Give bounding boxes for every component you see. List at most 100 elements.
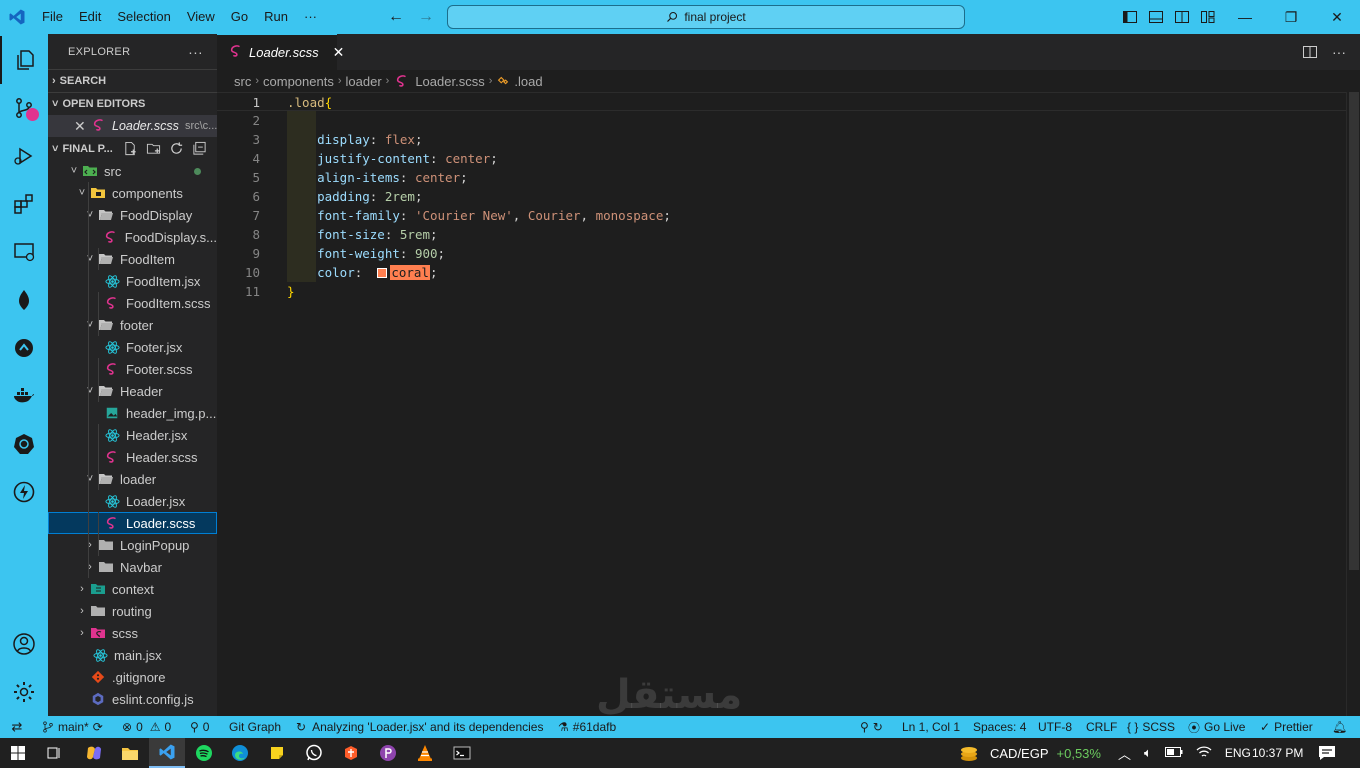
docker-icon[interactable]: [0, 372, 48, 420]
kubernetes-icon[interactable]: [0, 420, 48, 468]
explorer-more-icon[interactable]: ···: [188, 44, 203, 60]
prettier-button[interactable]: ✓ Prettier: [1260, 716, 1313, 738]
code-line[interactable]: 2: [217, 111, 1346, 130]
spotify-icon[interactable]: [186, 738, 222, 768]
code-line[interactable]: 11}: [217, 282, 1346, 301]
toggle-secondary-sidebar-icon[interactable]: [1174, 9, 1190, 25]
tree-folder[interactable]: ˅ Header: [48, 380, 217, 402]
tree-folder[interactable]: ˅ FoodDisplay: [48, 204, 217, 226]
collapse-all-icon[interactable]: [192, 141, 207, 156]
live-share-indicator[interactable]: ⚲ ↻: [860, 716, 883, 738]
wifi-icon[interactable]: [1196, 745, 1212, 762]
code-line[interactable]: 9 font-weight: 900;: [217, 244, 1346, 263]
app-runner-icon[interactable]: [333, 738, 369, 768]
cursor-position[interactable]: Ln 1, Col 1: [902, 716, 960, 738]
tree-folder[interactable]: › context: [48, 578, 217, 600]
code-line[interactable]: 8 font-size: 5rem;: [217, 225, 1346, 244]
battery-icon[interactable]: [1164, 746, 1183, 761]
whatsapp-icon[interactable]: [296, 738, 332, 768]
close-editor-icon[interactable]: ✕: [74, 118, 86, 135]
minimize-icon[interactable]: —: [1222, 0, 1268, 34]
tree-file[interactable]: main.jsx: [48, 644, 217, 666]
indentation[interactable]: Spaces: 4: [973, 716, 1026, 738]
tree-folder[interactable]: › scss: [48, 622, 217, 644]
tree-file[interactable]: header_img.p...: [48, 402, 217, 424]
code-line[interactable]: 6 padding: 2rem;: [217, 187, 1346, 206]
input-language[interactable]: ENG: [1225, 746, 1251, 760]
tree-folder[interactable]: ˅ FoodItem: [48, 248, 217, 270]
go-live-button[interactable]: ⦿ Go Live: [1188, 716, 1245, 738]
code-line[interactable]: 4 justify-content: center;: [217, 149, 1346, 168]
tree-file[interactable]: Footer.scss: [48, 358, 217, 380]
breadcrumb-src[interactable]: src: [234, 74, 251, 89]
code-line[interactable]: 7 font-family: 'Courier New', Courier, m…: [217, 206, 1346, 225]
tree-file[interactable]: Loader.jsx: [48, 490, 217, 512]
clock[interactable]: 10:37 PM: [1252, 738, 1303, 768]
explorer-icon[interactable]: [0, 36, 48, 84]
search-section[interactable]: › SEARCH: [48, 69, 217, 92]
toggle-panel-icon[interactable]: [1148, 9, 1164, 25]
tree-folder[interactable]: › routing: [48, 600, 217, 622]
toggle-primary-sidebar-icon[interactable]: [1122, 9, 1138, 25]
new-file-icon[interactable]: [123, 141, 138, 156]
breadcrumb-loader[interactable]: loader: [346, 74, 382, 89]
vlc-icon[interactable]: [407, 738, 443, 768]
open-editor-item[interactable]: ✕ Loader.scss src\c...: [48, 115, 217, 137]
tree-file[interactable]: Header.scss: [48, 446, 217, 468]
tab-loader-scss[interactable]: Loader.scss ✕: [217, 34, 344, 70]
tree-folder[interactable]: ˅ footer: [48, 314, 217, 336]
open-editors-section[interactable]: ˅ OPEN EDITORS: [48, 92, 217, 115]
commit-indicator[interactable]: ⚗ #61dafb: [558, 716, 616, 738]
breadcrumb-file[interactable]: Loader.scss: [415, 74, 484, 89]
copilot-icon[interactable]: [76, 738, 112, 768]
volume-icon[interactable]: 🔈︎: [1144, 745, 1152, 761]
thunder-client-icon[interactable]: [0, 468, 48, 516]
tree-folder[interactable]: › Navbar: [48, 556, 217, 578]
menu-more[interactable]: ···: [296, 0, 325, 34]
editor-more-icon[interactable]: ···: [1332, 44, 1346, 60]
branch-indicator[interactable]: main* ⟳: [42, 716, 103, 738]
tree-file[interactable]: .gitignore: [48, 666, 217, 688]
new-folder-icon[interactable]: [146, 141, 161, 156]
menu-file[interactable]: File: [34, 0, 71, 34]
problems-indicator[interactable]: ⊗ 0 ⚠ 0: [122, 716, 171, 738]
tree-file[interactable]: Footer.jsx: [48, 336, 217, 358]
close-window-icon[interactable]: ✕: [1314, 0, 1360, 34]
purple-app-icon[interactable]: [370, 738, 406, 768]
source-control-icon[interactable]: [0, 84, 48, 132]
encoding[interactable]: UTF-8: [1038, 716, 1072, 738]
breadcrumb-components[interactable]: components: [263, 74, 334, 89]
scrollbar-thumb[interactable]: [1349, 92, 1359, 570]
language-mode[interactable]: { } SCSS: [1127, 716, 1175, 738]
git-graph-button[interactable]: Git Graph: [229, 716, 281, 738]
tree-file[interactable]: FoodDisplay.s...: [48, 226, 217, 248]
editor-scrollbar[interactable]: [1346, 92, 1360, 716]
accounts-icon[interactable]: [0, 620, 48, 668]
remote-explorer-icon[interactable]: [0, 228, 48, 276]
remote-indicator[interactable]: ⇄: [0, 716, 34, 738]
task-view-icon[interactable]: [36, 738, 72, 768]
menu-go[interactable]: Go: [223, 0, 256, 34]
menu-edit[interactable]: Edit: [71, 0, 109, 34]
chevron-up-icon[interactable]: ︿: [1118, 744, 1131, 763]
code-line[interactable]: 1 .load{: [217, 92, 1346, 111]
code-line[interactable]: 10 color: coral;: [217, 263, 1346, 282]
currency-widget[interactable]: CAD/EGP +0,53%: [958, 738, 1101, 768]
refresh-icon[interactable]: [169, 141, 184, 156]
extensions-icon[interactable]: [0, 180, 48, 228]
tree-file[interactable]: Header.jsx: [48, 424, 217, 446]
breadcrumb-symbol[interactable]: .load: [514, 74, 542, 89]
mongodb-icon[interactable]: [0, 276, 48, 324]
tree-folder[interactable]: ˅ loader: [48, 468, 217, 490]
customize-layout-icon[interactable]: [1200, 9, 1216, 25]
menu-selection[interactable]: Selection: [109, 0, 178, 34]
code-line[interactable]: 3 display: flex;: [217, 130, 1346, 149]
tree-file[interactable]: eslint.config.js: [48, 688, 217, 710]
command-center-search[interactable]: final project: [447, 5, 965, 29]
close-tab-icon[interactable]: ✕: [333, 44, 345, 61]
project-section[interactable]: ˅ FINAL P...: [48, 137, 217, 160]
tree-file[interactable]: FoodItem.scss: [48, 292, 217, 314]
split-editor-icon[interactable]: [1302, 44, 1318, 60]
forward-arrow-icon[interactable]: →: [418, 8, 434, 26]
notification-center-icon[interactable]: [1318, 738, 1336, 768]
